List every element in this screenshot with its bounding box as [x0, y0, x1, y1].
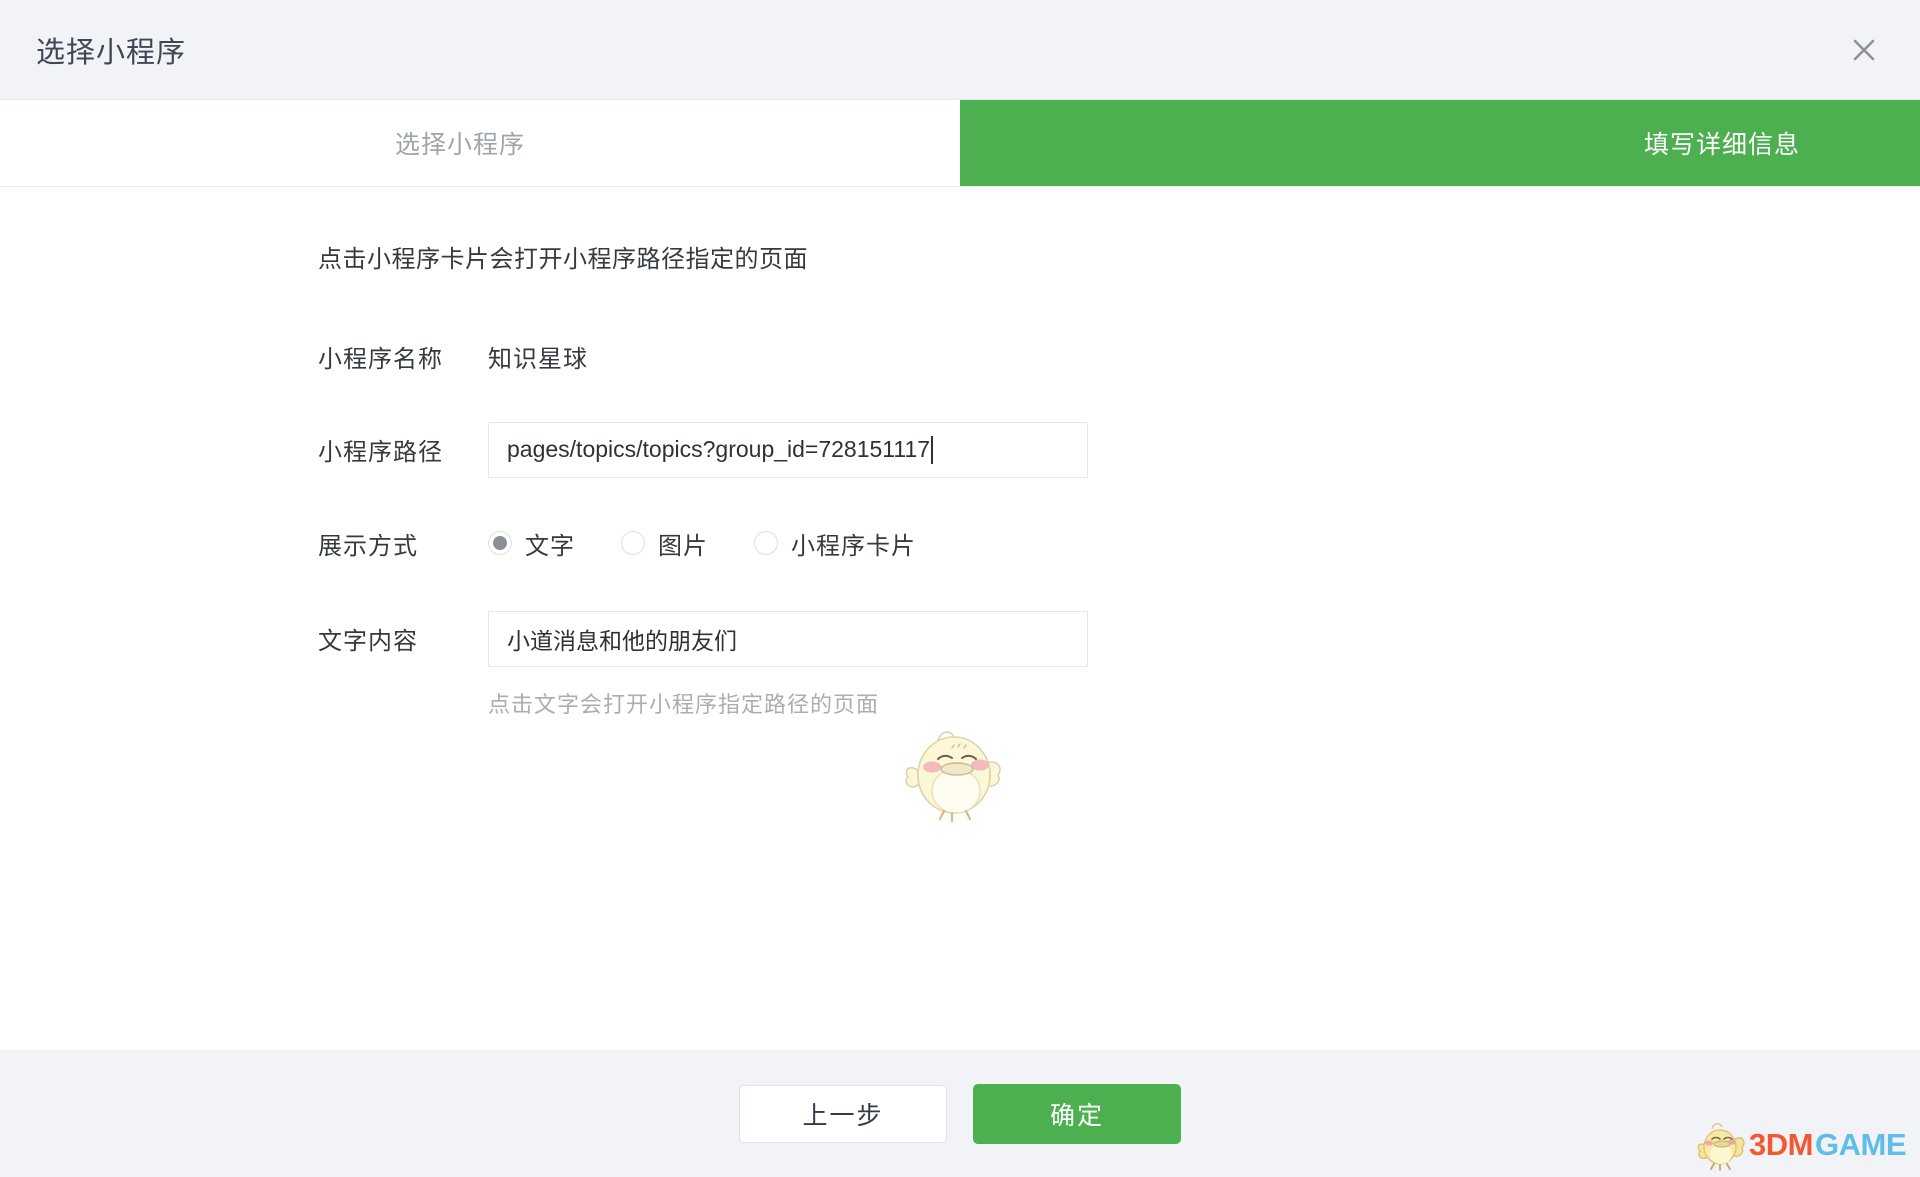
radio-option-text[interactable]: 文字 [488, 526, 575, 561]
form-row-app-path: 小程序路径 pages/topics/topics?group_id=72815… [318, 421, 1920, 478]
text-caret [931, 435, 934, 464]
top-hint-text: 点击小程序卡片会打开小程序路径指定的页面 [318, 246, 808, 273]
radio-selected-icon [488, 531, 512, 556]
tab-fill-details-label: 填写详细信息 [1643, 131, 1800, 159]
tab-select-miniprogram[interactable]: 选择小程序 [0, 100, 960, 186]
dialog-footer: 上一步 确定 [0, 1050, 1920, 1177]
step-arrow-shape [960, 100, 1006, 186]
form-row-app-name: 小程序名称 知识星球 [318, 339, 1920, 374]
display-mode-label: 展示方式 [318, 532, 418, 560]
select-miniprogram-dialog: 选择小程序 选择小程序 填写详细信息 点击小程序卡片会打开小程序路径指定的页面 … [0, 0, 1920, 1177]
dialog-header: 选择小程序 [0, 0, 1920, 100]
app-name-label: 小程序名称 [318, 345, 443, 373]
app-path-input-value: pages/topics/topics?group_id=728151117 [507, 436, 931, 463]
radio-option-image[interactable]: 图片 [621, 526, 708, 561]
page-title: 选择小程序 [36, 36, 187, 69]
radio-unselected-icon [754, 531, 778, 556]
text-content-label: 文字内容 [318, 628, 418, 656]
confirm-button[interactable]: 确定 [973, 1084, 1181, 1144]
form-row-text-content: 文字内容 [318, 610, 1920, 667]
display-mode-radio-group: 文字 图片 小程序卡片 [488, 526, 962, 561]
close-button[interactable] [1840, 26, 1888, 74]
back-button[interactable]: 上一步 [739, 1085, 947, 1143]
radio-option-text-label: 文字 [525, 532, 575, 560]
form-row-display-mode: 展示方式 文字 图片 小程序卡片 [318, 526, 1920, 561]
tab-fill-details[interactable]: 填写详细信息 [960, 100, 1920, 186]
close-icon [1853, 39, 1875, 60]
app-path-input-wrap: pages/topics/topics?group_id=728151117 [488, 421, 1088, 478]
step-notch-shape [914, 100, 960, 186]
text-content-input[interactable] [488, 610, 1088, 667]
step-tabs: 选择小程序 填写详细信息 [0, 100, 1920, 187]
app-path-input[interactable]: pages/topics/topics?group_id=728151117 [488, 421, 1088, 478]
chick-sticker-cursor [905, 731, 1001, 823]
app-path-label: 小程序路径 [318, 439, 443, 467]
radio-option-image-label: 图片 [658, 532, 708, 560]
tab-select-miniprogram-label: 选择小程序 [394, 131, 525, 159]
radio-unselected-icon [621, 531, 645, 556]
radio-option-card-label: 小程序卡片 [791, 532, 916, 560]
radio-option-card[interactable]: 小程序卡片 [754, 526, 916, 561]
dialog-body: 点击小程序卡片会打开小程序路径指定的页面 小程序名称 知识星球 小程序路径 pa… [0, 187, 1920, 1050]
text-content-hint: 点击文字会打开小程序指定路径的页面 [488, 691, 880, 717]
app-name-value: 知识星球 [488, 345, 588, 373]
